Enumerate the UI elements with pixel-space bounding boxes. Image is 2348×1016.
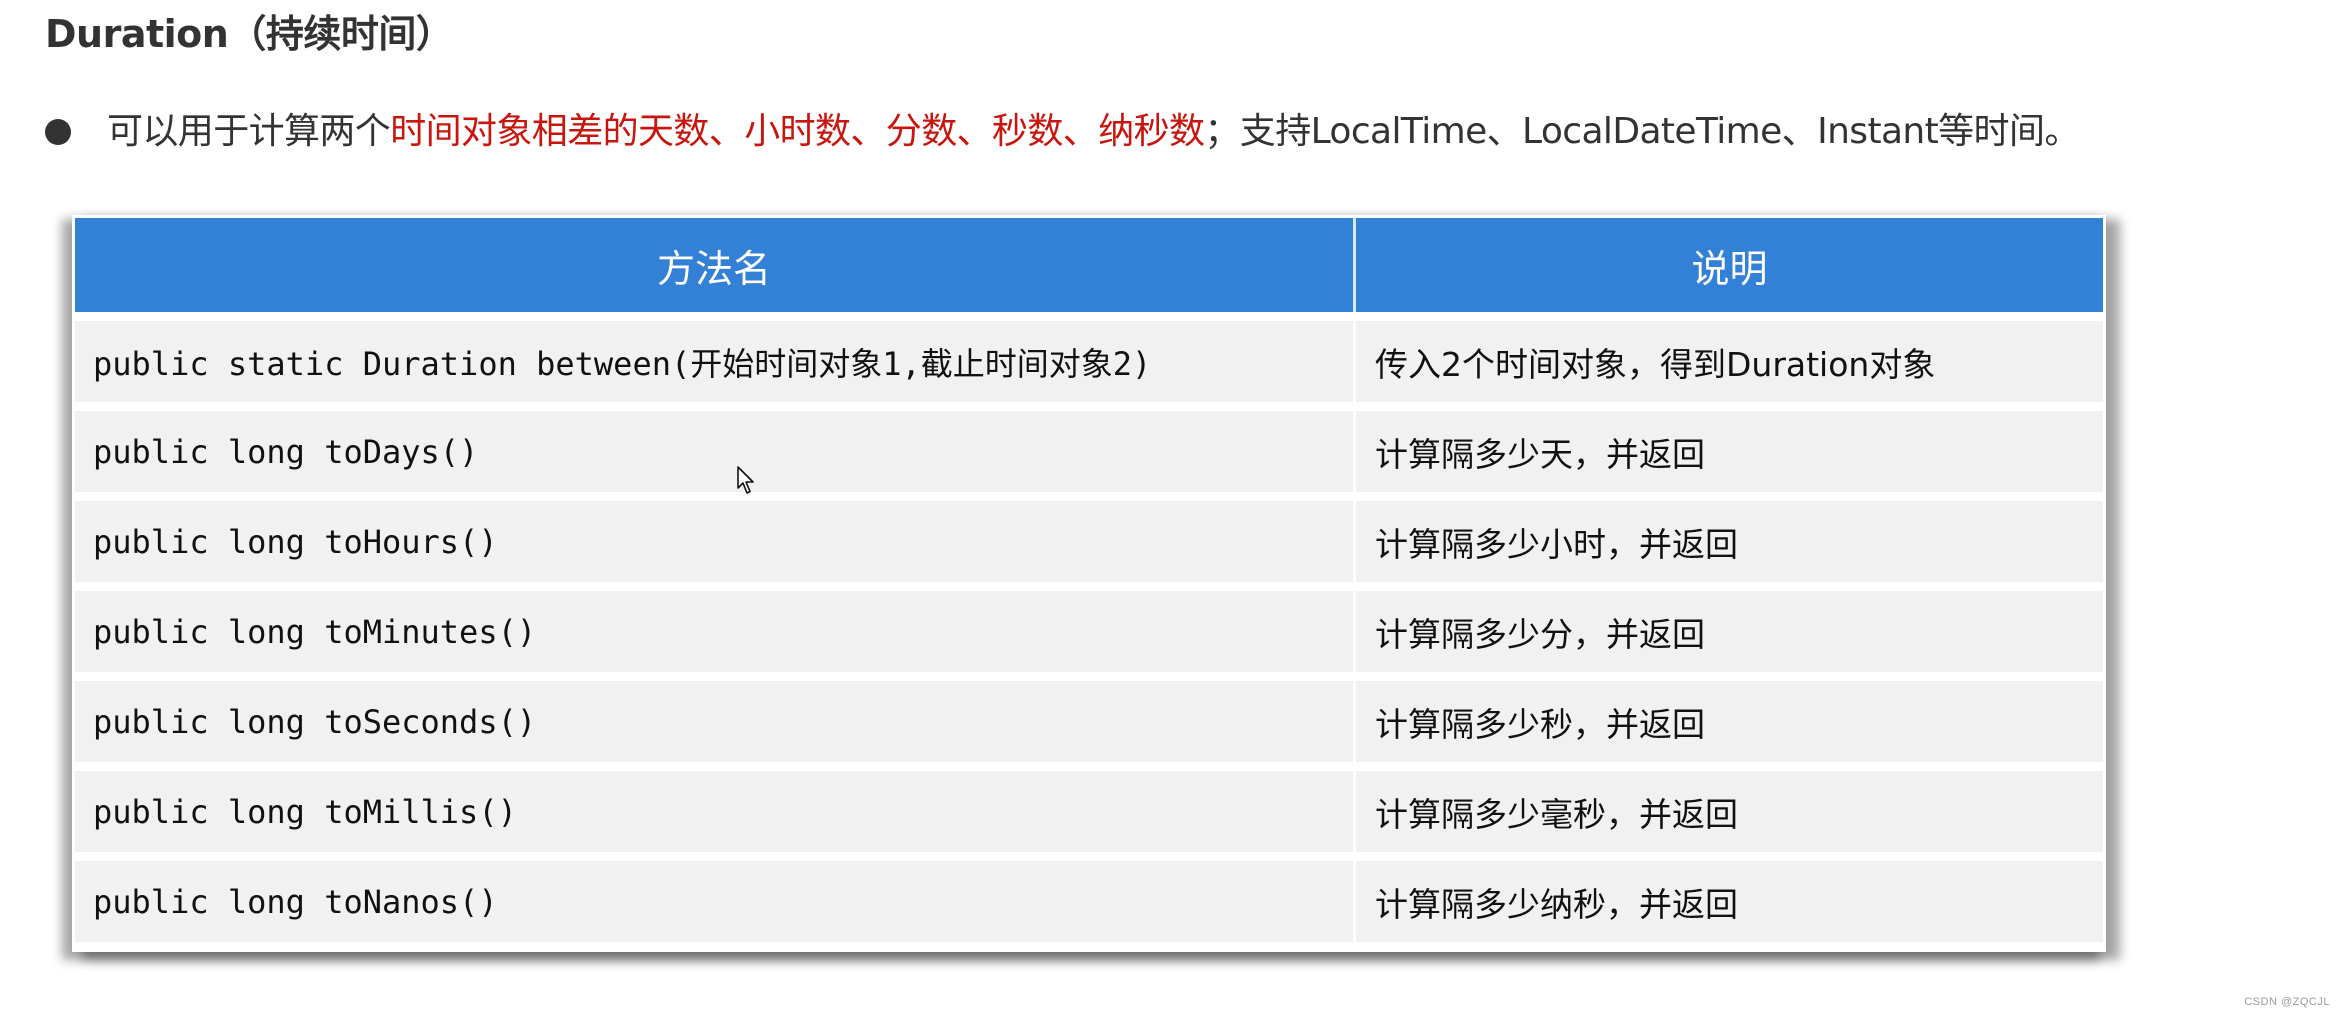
mouse-pointer-arrow-icon	[737, 466, 754, 494]
column-header-description: 说明	[1691, 246, 1768, 291]
method-cell: public static Duration between(开始时间对象1,截…	[75, 321, 1356, 402]
description-cell: 计算隔多少分，并返回	[1375, 614, 1705, 654]
method-cell: public long toNanos()	[75, 861, 1356, 942]
table-row: public long toMinutes() 计算隔多少分，并返回	[75, 591, 2103, 672]
methods-table-body: 方法名 说明 public static Duration between(开始…	[75, 218, 2103, 942]
description-cell: 计算隔多少秒，并返回	[1375, 704, 1705, 744]
description-cell: 计算隔多少天，并返回	[1375, 434, 1705, 474]
bullet-item: 可以用于计算两个时间对象相差的天数、小时数、分数、秒数、纳秒数；支持LocalT…	[45, 106, 2080, 158]
bullet-dot-icon	[45, 119, 71, 145]
method-cell: public long toHours()	[75, 501, 1356, 582]
bullet-text: 可以用于计算两个时间对象相差的天数、小时数、分数、秒数、纳秒数；支持LocalT…	[107, 106, 2080, 158]
page-title: Duration（持续时间）	[45, 8, 454, 60]
bullet-text-after: ；支持LocalTime、LocalDateTime、Instant等时间。	[1204, 111, 2080, 152]
table-row: public long toHours() 计算隔多少小时，并返回	[75, 501, 2103, 582]
methods-table: 方法名 说明 public static Duration between(开始…	[72, 215, 2106, 952]
description-cell: 计算隔多少小时，并返回	[1375, 524, 1738, 564]
table-header-row: 方法名 说明	[75, 218, 2103, 312]
table-row: public long toMillis() 计算隔多少毫秒，并返回	[75, 771, 2103, 852]
method-cell: public long toMinutes()	[75, 591, 1356, 672]
table-row: public long toSeconds() 计算隔多少秒，并返回	[75, 681, 2103, 762]
bullet-text-before: 可以用于计算两个	[107, 111, 391, 152]
column-header-method-name: 方法名	[75, 218, 1356, 312]
title-main: Duration	[45, 12, 229, 56]
table-row: public long toNanos() 计算隔多少纳秒，并返回	[75, 861, 2103, 942]
table-row: public static Duration between(开始时间对象1,截…	[75, 321, 2103, 402]
method-cell: public long toSeconds()	[75, 681, 1356, 762]
method-cell: public long toDays()	[75, 411, 1356, 492]
method-cell: public long toMillis()	[75, 771, 1356, 852]
watermark: CSDN @ZQCJL	[2244, 996, 2330, 1008]
description-cell: 计算隔多少纳秒，并返回	[1375, 884, 1738, 924]
title-paren: （持续时间）	[228, 12, 454, 56]
bullet-text-highlight: 时间对象相差的天数、小时数、分数、秒数、纳秒数	[390, 111, 1205, 152]
description-cell: 计算隔多少毫秒，并返回	[1375, 794, 1738, 834]
description-cell: 传入2个时间对象，得到Duration对象	[1375, 344, 1936, 384]
table-row: public long toDays() 计算隔多少天，并返回	[75, 411, 2103, 492]
